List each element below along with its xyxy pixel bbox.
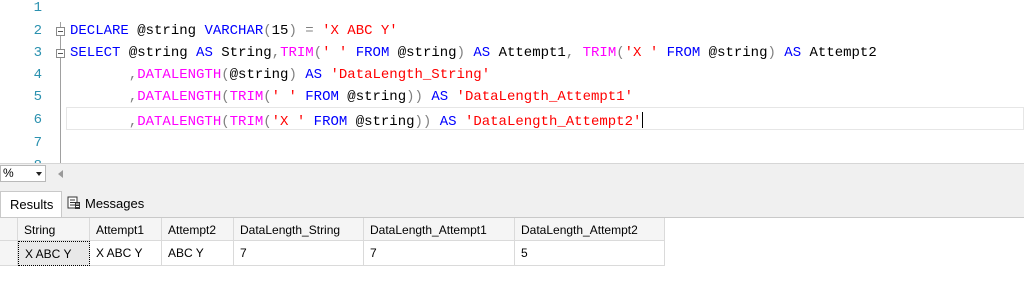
grid-corner[interactable]	[0, 218, 18, 241]
line-number: 2	[33, 23, 42, 39]
table-cell[interactable]: X ABC Y	[90, 241, 162, 266]
line-number-gutter: 1 2 3 4 5 6 7 8	[0, 0, 46, 174]
table-cell[interactable]: 7	[364, 241, 515, 266]
code-line-3[interactable]: SELECT @string AS String,TRIM(' ' FROM @…	[70, 45, 877, 61]
tab-results[interactable]: Results	[0, 191, 62, 218]
messages-icon	[67, 196, 80, 209]
result-tabs: Results Messages	[0, 183, 1024, 218]
code-line-5[interactable]: ,DATALENGTH(TRIM(' ' FROM @string)) AS '…	[70, 89, 633, 105]
column-header[interactable]: DataLength_Attempt1	[364, 218, 515, 241]
sql-editor[interactable]: 1 2 3 4 5 6 7 8 DECLARE @string VARCHAR(…	[0, 0, 1024, 174]
keyword: DECLARE	[70, 23, 129, 39]
code-line-6[interactable]: ,DATALENGTH(TRIM('X ' FROM @string)) AS …	[70, 112, 644, 130]
column-header[interactable]: DataLength_String	[234, 218, 364, 241]
line-number: 6	[33, 112, 42, 128]
tab-results-label: Results	[10, 197, 54, 212]
line-number: 5	[33, 89, 42, 105]
scroll-left-icon[interactable]	[58, 170, 64, 178]
outline-margin	[60, 22, 61, 163]
line-number: 4	[33, 67, 42, 83]
column-header[interactable]: String	[18, 218, 90, 241]
results-grid[interactable]: String Attempt1 Attempt2 DataLength_Stri…	[0, 218, 1024, 287]
column-header[interactable]: DataLength_Attempt2	[515, 218, 665, 241]
row-header[interactable]	[0, 241, 18, 266]
zoom-dropdown[interactable]: %	[0, 165, 46, 182]
column-header[interactable]: Attempt2	[162, 218, 234, 241]
collapse-toggle-icon[interactable]	[56, 49, 65, 58]
column-header[interactable]: Attempt1	[90, 218, 162, 241]
line-number: 1	[33, 0, 42, 16]
string-literal: 'X ABC Y'	[322, 23, 398, 39]
tab-messages[interactable]: Messages	[62, 191, 162, 218]
line-number: 3	[33, 45, 42, 61]
tab-messages-label: Messages	[85, 196, 145, 211]
line-number: 7	[33, 135, 42, 151]
table-cell[interactable]: ABC Y	[162, 241, 234, 266]
variable: @string	[137, 23, 197, 39]
zoom-value: %	[3, 166, 14, 180]
table-cell[interactable]: 7	[234, 241, 364, 266]
table-cell[interactable]: X ABC Y	[18, 241, 90, 266]
code-line-2[interactable]: DECLARE @string VARCHAR(15) = 'X ABC Y'	[70, 23, 398, 39]
keyword: VARCHAR	[204, 23, 264, 39]
table-cell[interactable]: 5	[515, 241, 665, 266]
editor-status-bar: %	[0, 163, 1024, 183]
collapse-toggle-icon[interactable]	[56, 27, 65, 36]
code-line-4[interactable]: ,DATALENGTH(@string) AS 'DataLength_Stri…	[70, 67, 490, 83]
chevron-down-icon	[36, 172, 42, 176]
text-caret	[642, 112, 644, 128]
